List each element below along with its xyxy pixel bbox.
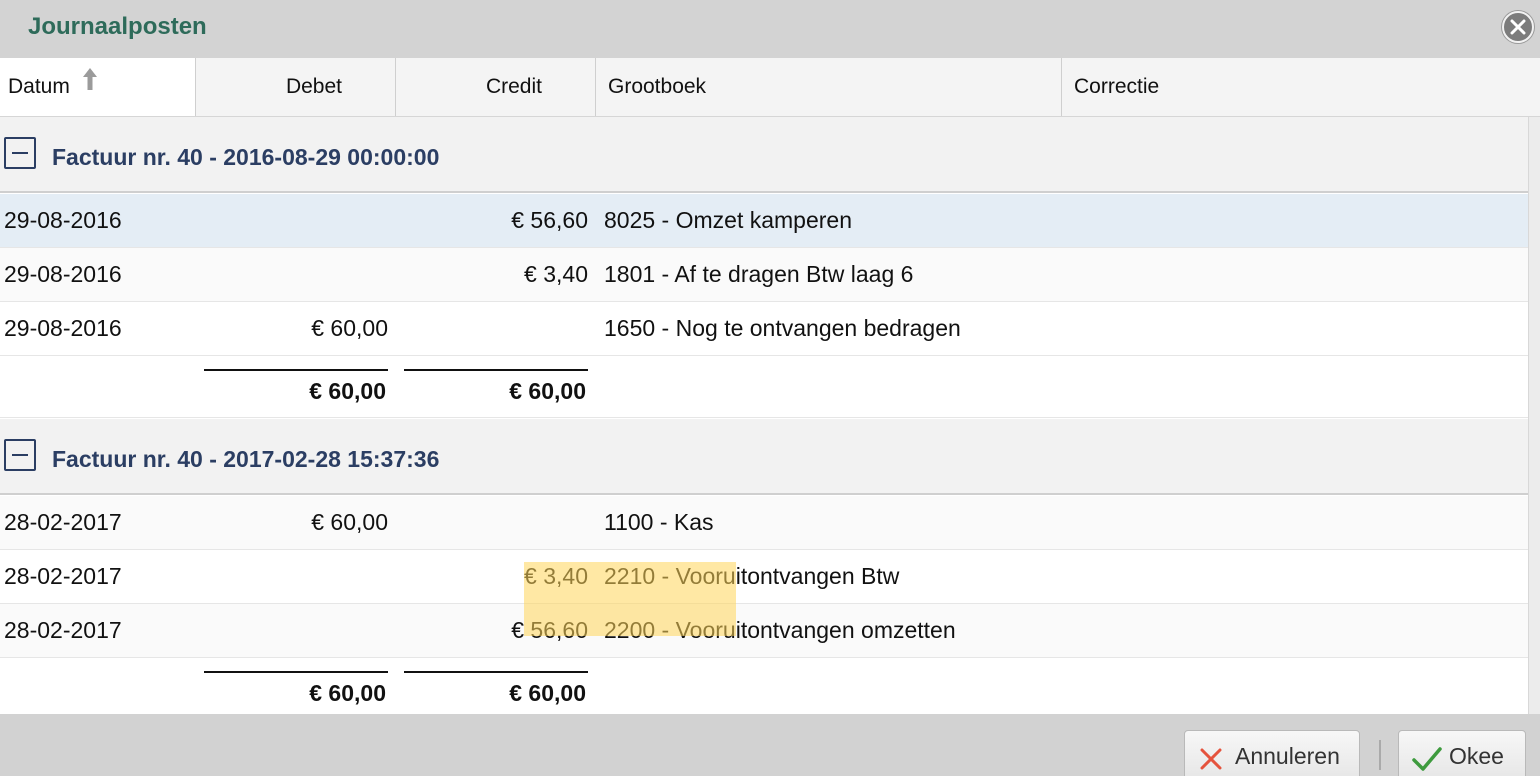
cell-grootboek: 2210 - Vooruitontvangen Btw	[604, 563, 900, 589]
cell-grootboek: 1100 - Kas	[604, 509, 714, 535]
cell-credit: € 3,40	[524, 563, 588, 589]
table-row[interactable]: 29-08-2016 € 3,40 1801 - Af te dragen Bt…	[0, 248, 1528, 302]
group-title: Factuur nr. 40 - 2016-08-29 00:00:00	[52, 144, 440, 170]
collapse-icon[interactable]	[4, 439, 36, 471]
cell-datum: 28-02-2017	[4, 509, 122, 535]
sort-ascending-icon	[82, 56, 98, 114]
cancel-button-label: Annuleren	[1235, 743, 1340, 769]
column-separator[interactable]	[595, 58, 596, 116]
collapse-icon[interactable]	[4, 137, 36, 169]
dialog-footer: Annuleren Okee	[0, 714, 1540, 776]
column-header-credit[interactable]: Credit	[396, 58, 542, 116]
group-header[interactable]: Factuur nr. 40 - 2016-08-29 00:00:00	[0, 117, 1528, 193]
checkmark-icon	[1412, 747, 1442, 771]
total-credit: € 60,00	[509, 680, 586, 706]
cell-credit: € 3,40	[524, 261, 588, 287]
column-header-grootboek[interactable]: Grootboek	[608, 58, 1048, 116]
cross-icon	[1200, 748, 1222, 770]
dialog-title: Journaalposten	[28, 13, 207, 40]
total-debet: € 60,00	[309, 680, 386, 706]
cell-datum: 28-02-2017	[4, 617, 122, 643]
cell-grootboek: 8025 - Omzet kamperen	[604, 207, 853, 233]
ok-button[interactable]: Okee	[1398, 730, 1526, 776]
group-header[interactable]: Factuur nr. 40 - 2017-02-28 15:37:36	[0, 419, 1528, 495]
journal-grid-body: Factuur nr. 40 - 2016-08-29 00:00:00 29-…	[0, 117, 1540, 714]
table-row[interactable]: 28-02-2017 € 3,40 2210 - Vooruitontvange…	[0, 550, 1528, 604]
cell-debet	[200, 194, 388, 247]
cell-debet	[200, 248, 388, 301]
cell-debet: € 60,00	[311, 509, 388, 535]
cell-datum: 29-08-2016	[4, 207, 122, 233]
cell-grootboek: 1801 - Af te dragen Btw laag 6	[604, 261, 914, 287]
cancel-button[interactable]: Annuleren	[1184, 730, 1360, 776]
cell-datum: 29-08-2016	[4, 261, 122, 287]
cell-credit: € 56,60	[511, 207, 588, 233]
cell-grootboek: 2200 - Vooruitontvangen omzetten	[604, 617, 956, 643]
group-total-row: € 60,00 € 60,00	[0, 356, 1528, 418]
total-debet: € 60,00	[309, 378, 386, 404]
column-header-debet[interactable]: Debet	[196, 58, 342, 116]
vertical-scrollbar[interactable]	[1528, 117, 1540, 714]
table-row[interactable]: 28-02-2017 € 60,00 1100 - Kas	[0, 496, 1528, 550]
cell-datum: 28-02-2017	[4, 563, 122, 589]
group-title: Factuur nr. 40 - 2017-02-28 15:37:36	[52, 446, 440, 472]
table-row[interactable]: 28-02-2017 € 56,60 2200 - Vooruitontvang…	[0, 604, 1528, 658]
cell-debet: € 60,00	[311, 315, 388, 341]
column-header-datum[interactable]: Datum	[0, 58, 195, 116]
cell-debet	[200, 604, 388, 657]
total-credit: € 60,00	[509, 378, 586, 404]
table-row[interactable]: 29-08-2016 € 60,00 1650 - Nog te ontvang…	[0, 302, 1528, 356]
table-row[interactable]: 29-08-2016 € 56,60 8025 - Omzet kamperen	[0, 194, 1528, 248]
column-header-correctie[interactable]: Correctie	[1074, 58, 1514, 116]
column-separator[interactable]	[1061, 58, 1062, 116]
footer-separator	[1379, 740, 1381, 770]
group-total-row: € 60,00 € 60,00	[0, 658, 1528, 714]
cell-credit: € 56,60	[511, 617, 588, 643]
column-header-datum-label: Datum	[8, 75, 70, 98]
close-icon[interactable]	[1502, 11, 1534, 43]
dialog-titlebar: Journaalposten	[0, 0, 1540, 58]
ok-button-label: Okee	[1449, 743, 1504, 769]
cell-credit	[400, 302, 588, 355]
cell-datum: 29-08-2016	[4, 315, 122, 341]
cell-grootboek: 1650 - Nog te ontvangen bedragen	[604, 315, 961, 341]
cell-debet	[200, 550, 388, 603]
column-header-row: Datum Debet Credit Grootboek Correctie	[0, 58, 1540, 117]
cell-credit	[400, 496, 588, 549]
